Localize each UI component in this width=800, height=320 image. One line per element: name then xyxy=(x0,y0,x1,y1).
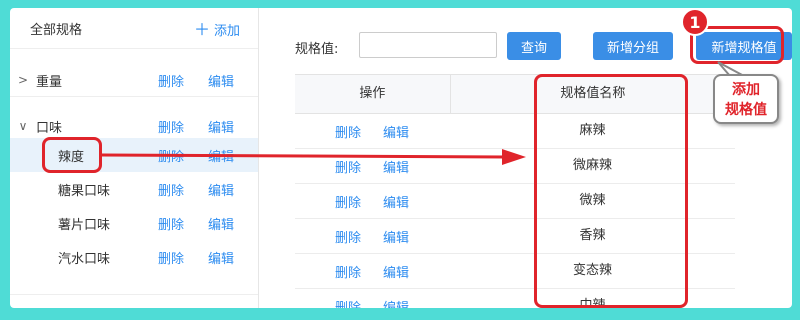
callout-line-2: 规格值 xyxy=(725,102,767,118)
arrow-annotation xyxy=(101,61,745,165)
callout-bubble: 添加 规格值 xyxy=(713,74,779,124)
callout-line-1: 添加 xyxy=(732,82,760,98)
arrow-line xyxy=(101,153,507,159)
step-number-badge: 1 xyxy=(681,8,709,36)
arrow-head xyxy=(502,149,526,165)
